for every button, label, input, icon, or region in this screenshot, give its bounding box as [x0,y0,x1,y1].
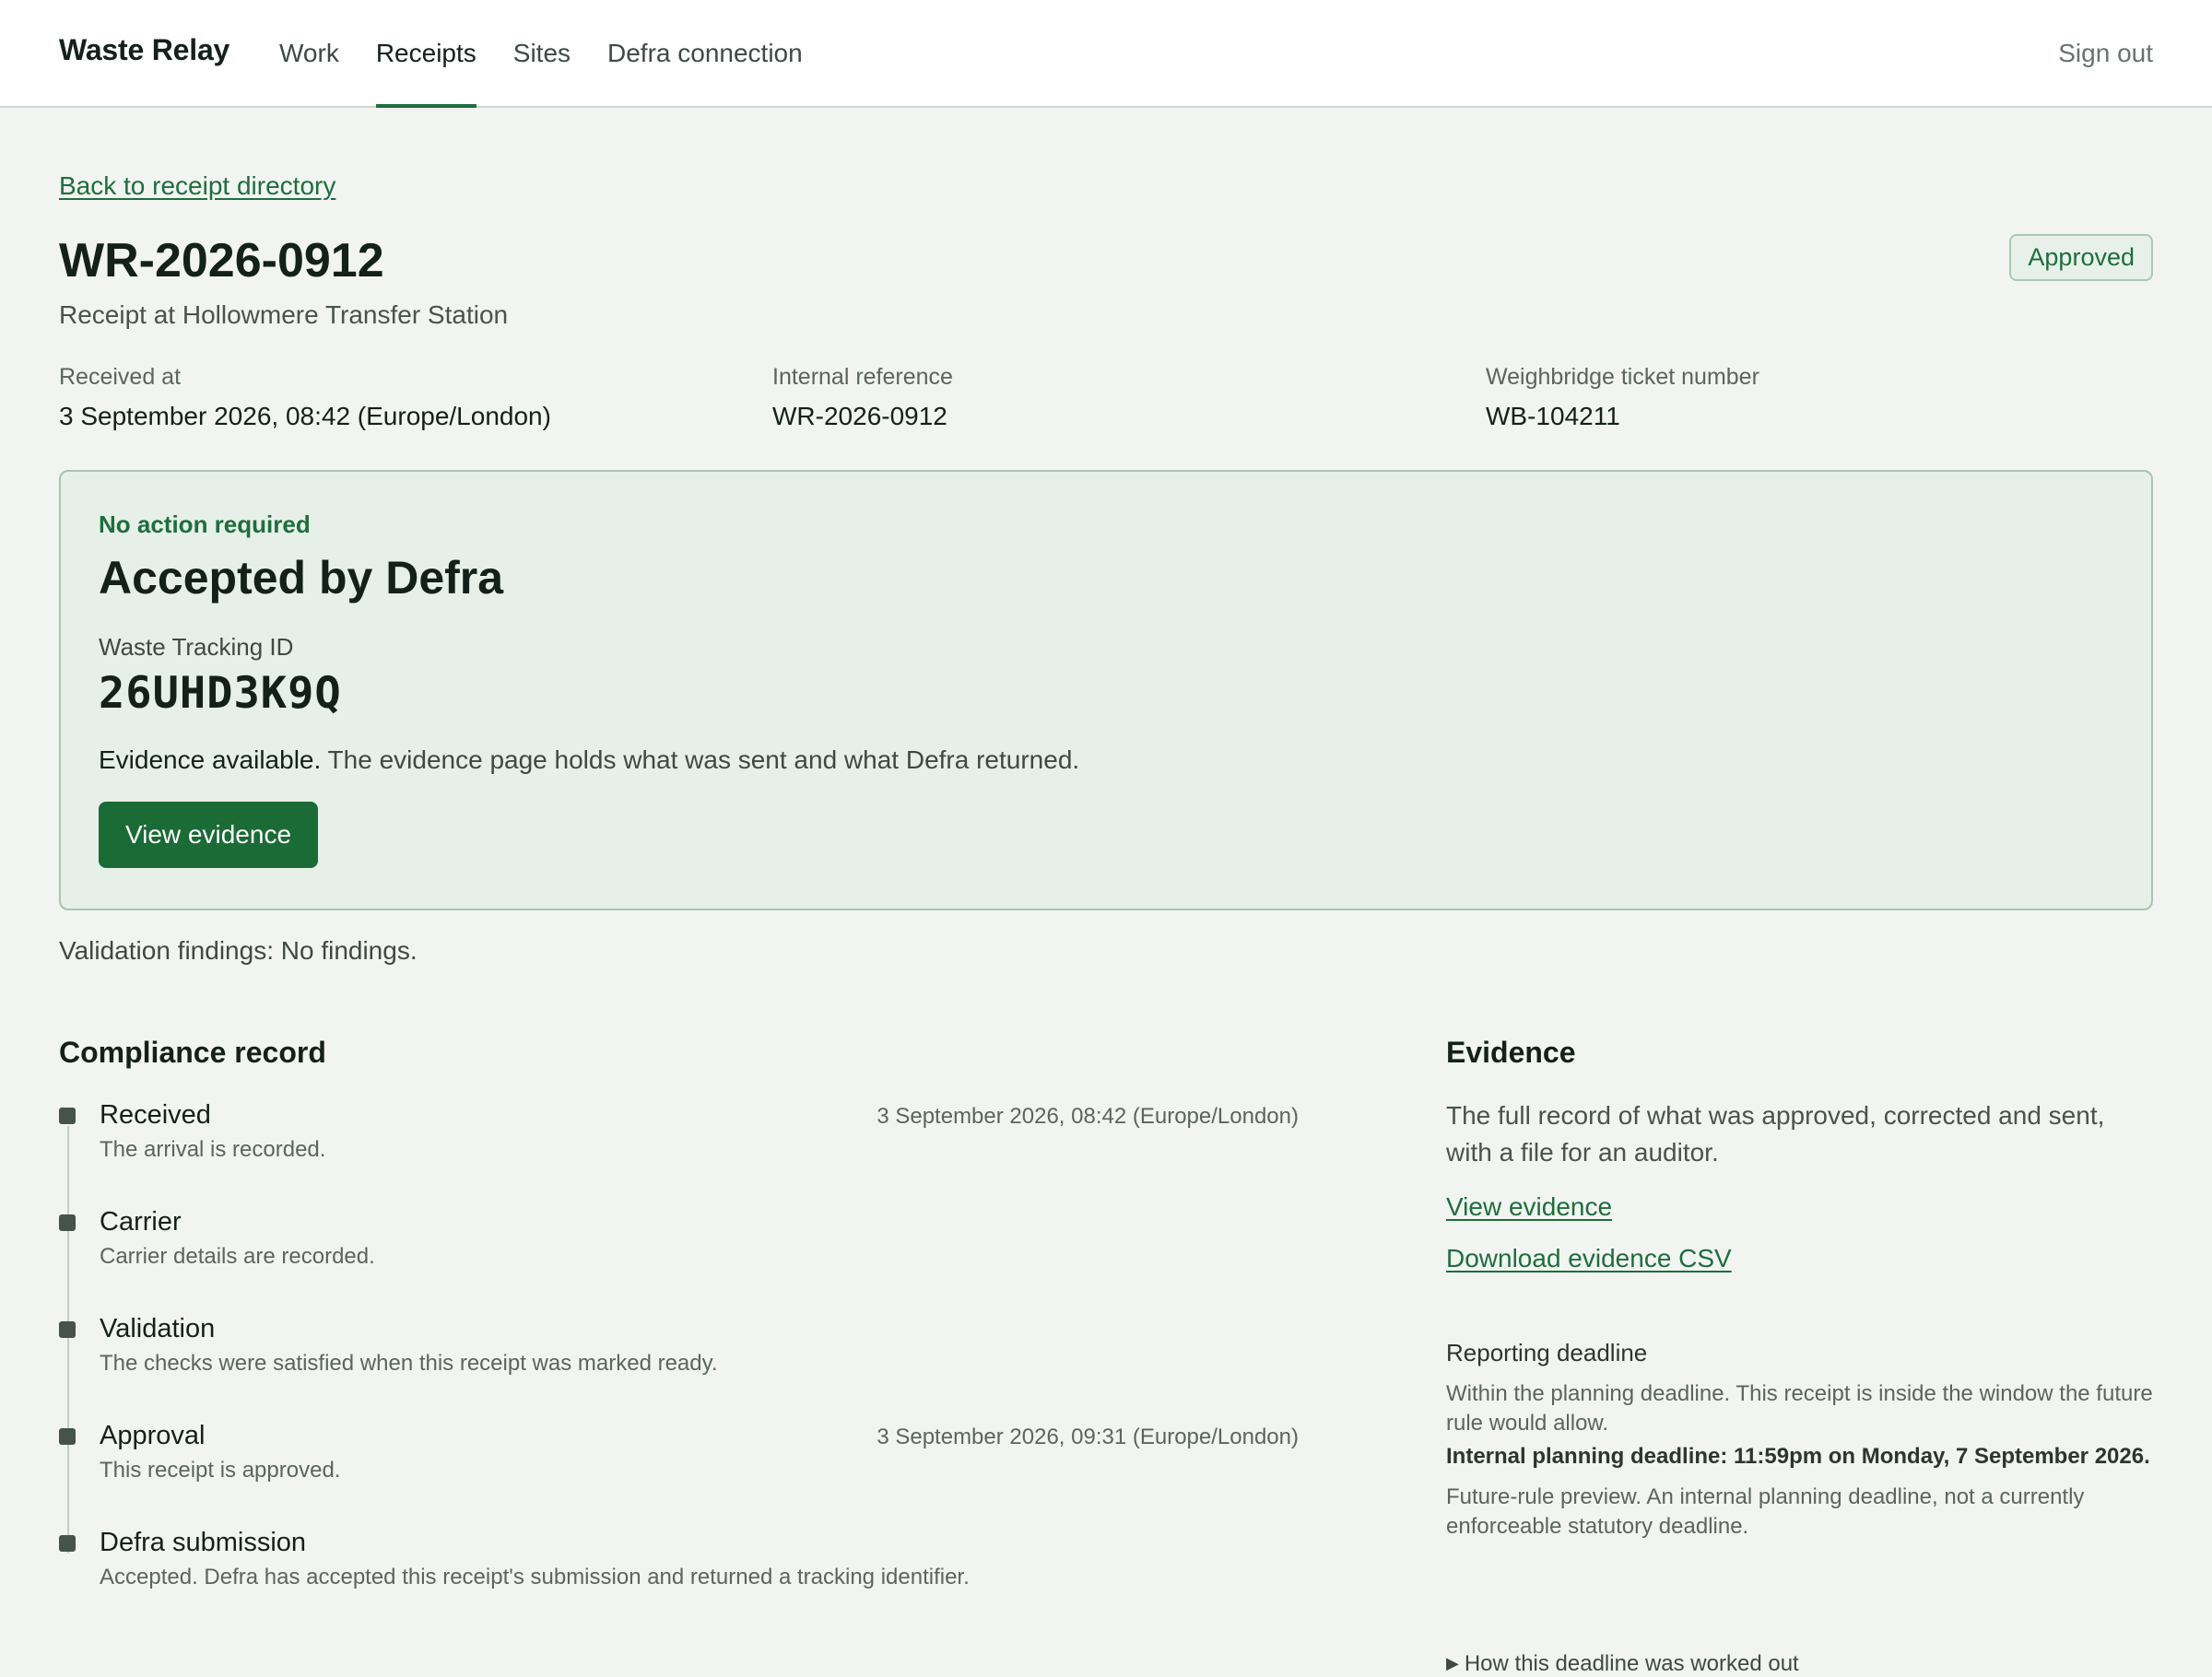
nav-item-work[interactable]: Work [279,0,339,106]
sign-out-link[interactable]: Sign out [2058,39,2153,68]
evidence-description: The full record of what was approved, co… [1446,1101,2105,1167]
deadline-status-text: Within the planning deadline. This recei… [1446,1381,2153,1436]
future-rule-preview-text: Future-rule preview. An internal plannin… [1446,1484,2085,1539]
meta-label: Received at [59,364,182,390]
compliance-record-title: Compliance record [59,1036,326,1069]
timeline-item-carrier: Carrier Carrier details are recorded. [59,1207,1299,1299]
timeline-step-marker [59,1108,76,1124]
view-evidence-link[interactable]: View evidence [1446,1192,1612,1222]
meta-label: Internal reference [772,364,953,390]
reporting-deadline-title: Reporting deadline [1446,1339,1648,1366]
timeline-item-validation: Validation The checks were satisfied whe… [59,1314,1299,1406]
timeline-item-description: This receipt is approved. [100,1458,341,1483]
timeline-item-approval: Approval This receipt is approved. 3 Sep… [59,1421,1299,1513]
timeline-item-title: Validation [100,1314,216,1343]
nav-item-receipts[interactable]: Receipts [375,0,477,108]
meta-label: Weighbridge ticket number [1486,364,1759,390]
evidence-title: Evidence [1446,1036,1576,1069]
nav-item-sites[interactable]: Sites [513,0,571,106]
timeline-item-timestamp: 3 September 2026, 09:31 (Europe/London) [877,1425,1299,1449]
primary-nav: Work Receipts Sites Defra connection [279,0,840,108]
meta-value: WR-2026-0912 [772,402,947,430]
validation-findings: Validation findings: No findings. [59,936,418,965]
nav-item-defra-connection[interactable]: Defra connection [607,0,803,106]
panel-kicker: No action required [99,510,311,538]
status-badge: Approved [2009,234,2153,281]
view-evidence-button[interactable]: View evidence [99,802,318,868]
timeline-step-marker [59,1428,76,1445]
timeline-step-marker [59,1535,76,1552]
meta-internal-reference: Internal reference WR-2026-0912 [772,364,953,431]
brand-name: Waste Relay [59,33,230,66]
evidence-available-label: Evidence available. [99,745,322,774]
download-evidence-csv-link[interactable]: Download evidence CSV [1446,1244,1732,1273]
timeline-item-title: Defra submission [100,1528,307,1557]
timeline-item-title: Approval [100,1421,206,1450]
back-to-receipt-directory-link[interactable]: Back to receipt directory [59,171,335,201]
timeline-item-description: Accepted. Defra has accepted this receip… [100,1565,970,1589]
timeline-step-marker [59,1321,76,1338]
deadline-details-label: How this deadline was worked out [1464,1651,1799,1676]
meta-value: WB-104211 [1486,402,1620,430]
meta-value: 3 September 2026, 08:42 (Europe/London) [59,402,551,430]
timeline-item-received: Received The arrival is recorded. 3 Sept… [59,1100,1299,1192]
timeline-item-defra-submission: Defra submission Accepted. Defra has acc… [59,1528,1299,1620]
top-navigation-bar: Waste Relay Work Receipts Sites Defra co… [0,0,2212,108]
waste-tracking-id: 26UHD3K9Q [99,668,342,719]
timeline-item-timestamp: 3 September 2026, 08:42 (Europe/London) [877,1104,1299,1129]
evidence-available-description: The evidence page holds what was sent an… [321,745,1080,774]
timeline-item-description: The arrival is recorded. [100,1137,326,1162]
evidence-availability-text: Evidence available. The evidence page ho… [99,745,1079,775]
defra-status-panel: No action required Accepted by Defra Was… [59,470,2153,910]
page-subtitle: Receipt at Hollowmere Transfer Station [59,300,509,329]
meta-weighbridge-ticket: Weighbridge ticket number WB-104211 [1486,364,1759,431]
timeline-step-marker [59,1214,76,1231]
page-title: WR-2026-0912 [59,234,384,287]
timeline-item-title: Carrier [100,1207,182,1237]
timeline-item-description: Carrier details are recorded. [100,1244,375,1269]
waste-tracking-id-label: Waste Tracking ID [99,633,294,661]
timeline-item-title: Received [100,1100,211,1130]
deadline-details-toggle[interactable]: ▶ How this deadline was worked out [1446,1651,1799,1677]
panel-heading: Accepted by Defra [99,552,504,604]
internal-planning-deadline: Internal planning deadline: 11:59pm on M… [1446,1444,2150,1469]
meta-received-at: Received at 3 September 2026, 08:42 (Eur… [59,364,551,431]
disclosure-triangle-icon: ▶ [1446,1654,1459,1672]
timeline-item-description: The checks were satisfied when this rece… [100,1351,718,1376]
